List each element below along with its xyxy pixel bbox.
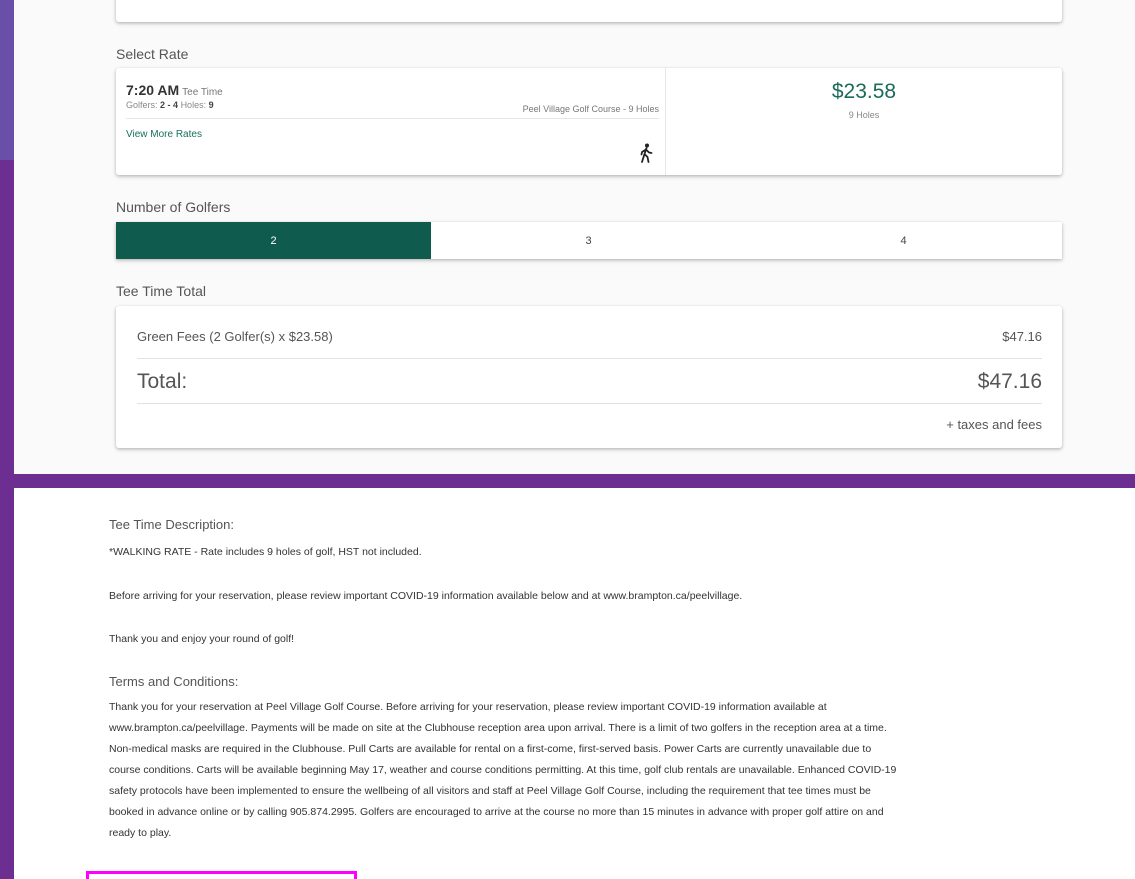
frame-left-top (0, 0, 14, 160)
golfers-option-2[interactable]: 2 (116, 222, 431, 259)
terms-line: Thank you for your reservation at Peel V… (109, 701, 827, 713)
golfers-option-4[interactable]: 4 (746, 222, 1061, 259)
highlight-box[interactable] (86, 871, 357, 879)
divider (137, 403, 1042, 404)
rate-card[interactable]: 7:20 AM Tee Time Golfers: 2 - 4 Holes: 9 … (116, 68, 1062, 175)
total-label: Total: (137, 370, 188, 393)
golfers-selector: 2 3 4 (116, 222, 1062, 259)
description-covid-note: Before arriving for your reservation, pl… (109, 590, 743, 602)
divider (126, 118, 659, 119)
divider (137, 358, 1042, 359)
terms-text: Thank you for your reservation at Peel V… (109, 697, 1059, 844)
course-name: Peel Village Golf Course - 9 Holes (522, 104, 659, 114)
rate-details: 7:20 AM Tee Time Golfers: 2 - 4 Holes: 9 … (116, 68, 666, 175)
terms-heading: Terms and Conditions: (109, 674, 239, 689)
description-walking-rate: *WALKING RATE - Rate includes 9 holes of… (109, 546, 422, 558)
terms-line: booked in advance online or by calling 9… (109, 806, 884, 818)
total-amount: $47.16 (977, 370, 1042, 393)
total-card: Green Fees (2 Golfer(s) x $23.58) $47.16… (116, 306, 1062, 448)
frame-band (0, 474, 1135, 488)
view-more-rates-link[interactable]: View More Rates (126, 129, 202, 140)
walking-person-icon (640, 143, 653, 163)
green-fees-label: Green Fees (2 Golfer(s) x $23.58) (137, 329, 333, 344)
terms-line: Non-medical masks are required in the Cl… (109, 743, 872, 755)
golfers-option-3[interactable]: 3 (431, 222, 746, 259)
description-panel: Tee Time Description: *WALKING RATE - Ra… (14, 488, 1135, 879)
terms-line: course conditions. Carts will be availab… (109, 764, 897, 776)
rate-holes: 9 Holes (848, 110, 880, 120)
taxes-note: + taxes and fees (946, 417, 1042, 432)
description-heading: Tee Time Description: (109, 517, 234, 532)
select-rate-heading: Select Rate (116, 46, 189, 62)
rate-meta: Golfers: 2 - 4 Holes: 9 (126, 100, 214, 110)
terms-line: ready to play. (109, 827, 172, 839)
description-thanks: Thank you and enjoy your round of golf! (109, 633, 295, 645)
golfers-heading: Number of Golfers (116, 199, 231, 215)
terms-line: safety protocols have been implemented t… (109, 785, 871, 797)
total-heading: Tee Time Total (116, 283, 207, 299)
booking-panel: Select Rate 7:20 AM Tee Time Golfers: 2 -… (14, 0, 1135, 474)
terms-line: www.brampton.ca/peelvillage. Payments wi… (109, 722, 887, 734)
rate-price: $23.58 (831, 80, 897, 103)
previous-card (116, 0, 1062, 22)
frame-left (0, 160, 14, 879)
tee-time: 7:20 AM Tee Time (126, 82, 223, 98)
green-fees-amount: $47.16 (1002, 329, 1042, 344)
